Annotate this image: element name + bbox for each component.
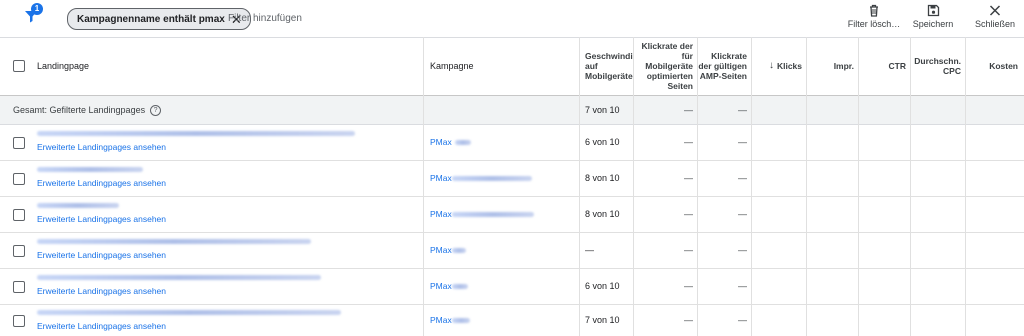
table-header: Landingpage Kampagne Geschwindi auf Mobi… — [0, 37, 1024, 96]
row-checkbox[interactable] — [13, 315, 25, 327]
save-icon — [927, 4, 939, 17]
expanded-landingpages-link[interactable]: Erweiterte Landingpages ansehen — [37, 178, 166, 190]
add-filter-input[interactable]: Filter hinzufügen — [228, 13, 302, 24]
total-ctr-mobile: — — [684, 105, 693, 115]
landingpage-url-redacted — [37, 131, 355, 136]
expanded-landingpages-link[interactable]: Erweiterte Landingpages ansehen — [37, 214, 166, 226]
column-header-ctr-amp[interactable]: Klickrate der gültigen AMP-Seiten — [698, 37, 751, 95]
row-ctr-mobile: — — [684, 137, 693, 147]
column-divider — [633, 37, 634, 336]
campaign-link[interactable]: PMax — [430, 245, 452, 257]
column-divider — [965, 37, 966, 336]
column-divider — [858, 37, 859, 336]
row-checkbox[interactable] — [13, 137, 25, 149]
row-checkbox[interactable] — [13, 209, 25, 221]
arrow-down-icon: ↓ — [768, 60, 774, 71]
total-ctr-amp: — — [738, 105, 747, 115]
row-checkbox[interactable] — [13, 281, 25, 293]
row-speed: 7 von 10 — [585, 315, 620, 325]
row-speed: 8 von 10 — [585, 173, 620, 183]
campaign-link[interactable]: PMax — [430, 315, 452, 327]
close-label: Schließen — [974, 19, 1016, 29]
trash-icon — [870, 4, 878, 17]
table-row[interactable]: Erweiterte Landingpages ansehen PMax 6 v… — [0, 125, 1024, 161]
expanded-landingpages-link[interactable]: Erweiterte Landingpages ansehen — [37, 321, 166, 333]
help-icon[interactable]: ? — [150, 104, 162, 116]
row-speed: — — [585, 245, 594, 255]
column-header-ctr[interactable]: CTR — [859, 37, 910, 95]
expanded-landingpages-link[interactable]: Erweiterte Landingpages ansehen — [37, 250, 166, 262]
row-ctr-amp: — — [738, 137, 747, 147]
filter-count-badge: 1 — [31, 3, 43, 15]
campaign-name-redacted — [452, 248, 466, 253]
landingpage-url-redacted — [37, 275, 321, 280]
column-divider — [579, 37, 580, 336]
row-ctr-amp: — — [738, 315, 747, 325]
filter-chip[interactable]: Kampagnenname enthält pmax ✕ — [67, 8, 251, 30]
column-header-cpc[interactable]: Durchschn. CPC — [911, 37, 965, 95]
row-ctr-mobile: — — [684, 209, 693, 219]
column-divider — [751, 37, 752, 336]
column-divider — [423, 37, 424, 336]
column-header-kosten[interactable]: Kosten — [966, 37, 1024, 95]
row-ctr-mobile: — — [684, 315, 693, 325]
close-button[interactable]: Schließen — [970, 4, 1020, 29]
campaign-name-redacted — [452, 176, 532, 181]
klicks-label: Klicks — [776, 61, 802, 71]
row-checkbox[interactable] — [13, 173, 25, 185]
table-row[interactable]: Erweiterte Landingpages ansehen PMax 8 v… — [0, 161, 1024, 197]
row-ctr-mobile: — — [684, 245, 693, 255]
save-label: Speichern — [912, 19, 954, 29]
total-speed: 7 von 10 — [585, 105, 620, 115]
landingpage-url-redacted — [37, 203, 119, 208]
campaign-link[interactable]: PMax — [430, 173, 452, 185]
clear-filters-label: Filter lösch… — [847, 19, 901, 29]
campaign-name-redacted — [452, 318, 470, 323]
expanded-landingpages-link[interactable]: Erweiterte Landingpages ansehen — [37, 142, 166, 154]
row-ctr-amp: — — [738, 281, 747, 291]
clear-filters-button[interactable]: Filter lösch… — [846, 4, 902, 29]
filter-bar: 1 Kampagnenname enthält pmax ✕ Filter hi… — [0, 0, 1024, 38]
save-button[interactable]: Speichern — [908, 4, 958, 29]
table-row[interactable]: Erweiterte Landingpages ansehen PMax — —… — [0, 233, 1024, 269]
landingpage-url-redacted — [37, 310, 341, 315]
filter-chip-label: Kampagnenname enthält pmax — [77, 13, 225, 25]
campaign-name-redacted — [452, 212, 534, 217]
column-header-speed[interactable]: Geschwindi auf Mobilgeräte — [579, 37, 633, 95]
row-ctr-amp: — — [738, 245, 747, 255]
column-header-klicks[interactable]: ↓ Klicks — [752, 37, 806, 95]
table-row[interactable]: Erweiterte Landingpages ansehen PMax 8 v… — [0, 197, 1024, 233]
column-header-kampagne[interactable]: Kampagne — [430, 37, 570, 95]
close-icon — [989, 5, 1001, 16]
row-speed: 6 von 10 — [585, 281, 620, 291]
row-speed: 8 von 10 — [585, 209, 620, 219]
row-ctr-mobile: — — [684, 173, 693, 183]
row-ctr-amp: — — [738, 173, 747, 183]
campaign-link[interactable]: PMax — [430, 209, 452, 221]
row-speed: 6 von 10 — [585, 137, 620, 147]
column-header-landingpage[interactable]: Landingpage — [37, 37, 417, 95]
landingpage-url-redacted — [37, 167, 143, 172]
row-ctr-amp: — — [738, 209, 747, 219]
select-all-checkbox[interactable] — [13, 60, 25, 72]
table-row[interactable]: Erweiterte Landingpages ansehen PMax 6 v… — [0, 269, 1024, 305]
expanded-landingpages-link[interactable]: Erweiterte Landingpages ansehen — [37, 286, 166, 298]
column-divider — [910, 37, 911, 336]
campaign-link[interactable]: PMax — [430, 281, 452, 293]
table-row[interactable]: Erweiterte Landingpages ansehen PMax 7 v… — [0, 305, 1024, 336]
total-label: Gesamt: Gefilterte Landingpages — [13, 105, 146, 115]
total-row: Gesamt: Gefilterte Landingpages ? 7 von … — [0, 96, 1024, 125]
campaign-name-redacted — [455, 140, 471, 145]
column-divider — [697, 37, 698, 336]
column-header-impr[interactable]: Impr. — [807, 37, 858, 95]
campaign-link[interactable]: PMax — [430, 137, 452, 149]
column-header-ctr-mobile[interactable]: Klickrate der für Mobilgeräte optimierte… — [634, 37, 697, 95]
row-checkbox[interactable] — [13, 245, 25, 257]
campaign-name-redacted — [452, 284, 468, 289]
column-divider — [806, 37, 807, 336]
row-ctr-mobile: — — [684, 281, 693, 291]
landingpage-url-redacted — [37, 239, 311, 244]
